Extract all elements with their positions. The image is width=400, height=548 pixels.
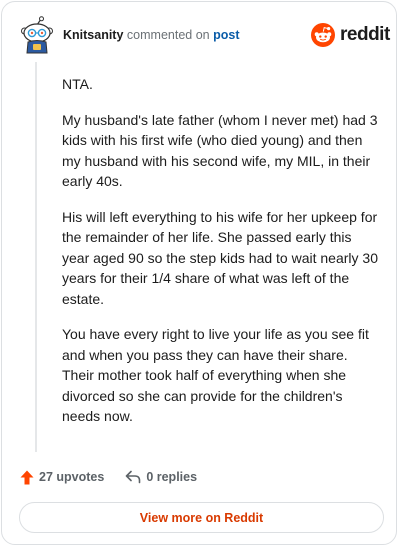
comment-meta: Knitsanity commented on post <box>63 27 239 43</box>
avatar[interactable] <box>20 16 54 54</box>
view-more-button[interactable]: View more on Reddit <box>19 502 384 533</box>
upvote-count: 27 upvotes <box>39 470 105 484</box>
reply-arrow-icon <box>126 470 141 484</box>
comment-paragraph: My husband's late father (whom I never m… <box>62 111 378 190</box>
thread-line <box>35 62 37 452</box>
commented-on-text: commented on <box>126 28 210 42</box>
upvote-arrow-icon <box>20 470 34 484</box>
comment-paragraph: His will left everything to his wife for… <box>62 208 378 307</box>
upvote-button[interactable]: 27 upvotes <box>20 470 104 485</box>
snoo-avatar-icon <box>21 16 53 54</box>
reply-count: 0 replies <box>146 470 198 484</box>
comment-paragraph: NTA. <box>62 76 93 92</box>
reddit-alien-icon <box>311 23 335 47</box>
replies-button[interactable]: 0 replies <box>125 470 197 484</box>
reddit-logo[interactable]: reddit <box>311 23 390 47</box>
author-name[interactable]: Knitsanity <box>63 28 123 42</box>
comment-card: Knitsanity commented on post reddit NTA.… <box>1 1 397 545</box>
comment-actions: 27 upvotes 0 replies <box>20 467 197 487</box>
post-link[interactable]: post <box>213 28 239 42</box>
brand-wordmark: reddit <box>340 24 390 45</box>
comment-paragraph: You have every right to live your life a… <box>62 326 369 424</box>
comment-body: NTA. My husband's late father (whom I ne… <box>62 74 378 442</box>
